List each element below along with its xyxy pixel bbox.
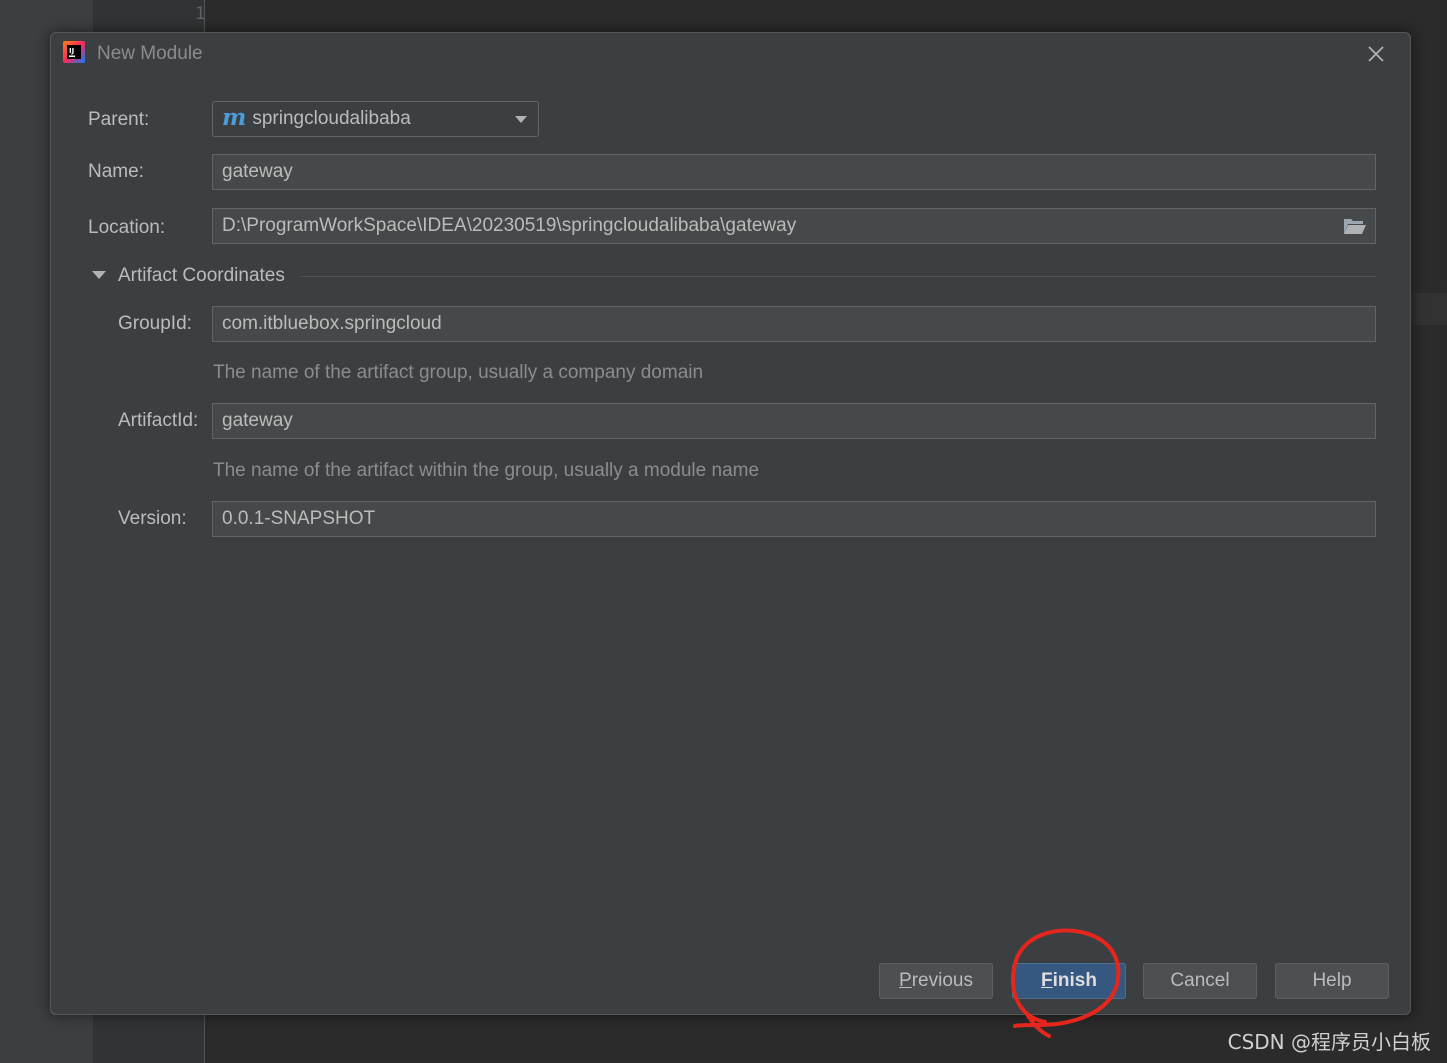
- parent-value: springcloudalibaba: [252, 108, 411, 129]
- artifact-id-value: gateway: [222, 410, 293, 431]
- version-label: Version:: [118, 508, 187, 529]
- artifact-id-field[interactable]: gateway: [212, 403, 1376, 439]
- group-id-hint: The name of the artifact group, usually …: [213, 362, 704, 383]
- chevron-down-icon: [515, 116, 527, 123]
- dialog-title: New Module: [97, 43, 203, 64]
- location-label: Location:: [88, 217, 166, 238]
- finish-button[interactable]: Finish: [1012, 963, 1126, 999]
- parent-dropdown[interactable]: m springcloudalibaba: [212, 101, 539, 137]
- new-module-dialog: IJ New Module Parent: m springcloudaliba…: [50, 32, 1411, 1015]
- svg-text:IJ: IJ: [69, 47, 74, 55]
- previous-button[interactable]: Previous: [879, 963, 993, 999]
- group-id-field[interactable]: com.itbluebox.springcloud: [212, 306, 1376, 342]
- artifact-id-label: ArtifactId:: [118, 410, 199, 431]
- previous-label: revious: [911, 970, 973, 991]
- group-id-label: GroupId:: [118, 313, 192, 334]
- watermark: CSDN @程序员小白板: [1227, 1030, 1431, 1054]
- name-label: Name:: [88, 161, 144, 182]
- cancel-button[interactable]: Cancel: [1143, 963, 1257, 999]
- artifact-section-title: Artifact Coordinates: [118, 265, 285, 286]
- finish-mnemonic: F: [1041, 970, 1053, 991]
- section-collapse-icon[interactable]: [92, 271, 106, 279]
- location-value: D:\ProgramWorkSpace\IDEA\20230519\spring…: [222, 215, 797, 236]
- folder-open-icon[interactable]: [1343, 216, 1367, 236]
- location-field[interactable]: D:\ProgramWorkSpace\IDEA\20230519\spring…: [212, 208, 1376, 244]
- parent-label: Parent:: [88, 109, 150, 130]
- name-field[interactable]: gateway: [212, 154, 1376, 190]
- finish-label: inish: [1052, 970, 1097, 991]
- dialog-titlebar[interactable]: IJ New Module: [51, 33, 1410, 75]
- previous-mnemonic: P: [899, 970, 912, 991]
- intellij-idea-icon: IJ: [63, 41, 85, 63]
- version-value: 0.0.1-SNAPSHOT: [222, 508, 376, 529]
- help-button[interactable]: Help: [1275, 963, 1389, 999]
- version-field[interactable]: 0.0.1-SNAPSHOT: [212, 501, 1376, 537]
- editor-line-highlight: [1411, 293, 1447, 325]
- artifact-id-hint: The name of the artifact within the grou…: [213, 460, 760, 481]
- name-value: gateway: [222, 161, 293, 182]
- close-icon[interactable]: [1364, 42, 1388, 66]
- section-divider: [300, 276, 1376, 277]
- group-id-value: com.itbluebox.springcloud: [222, 313, 442, 334]
- maven-module-icon: m: [222, 103, 247, 131]
